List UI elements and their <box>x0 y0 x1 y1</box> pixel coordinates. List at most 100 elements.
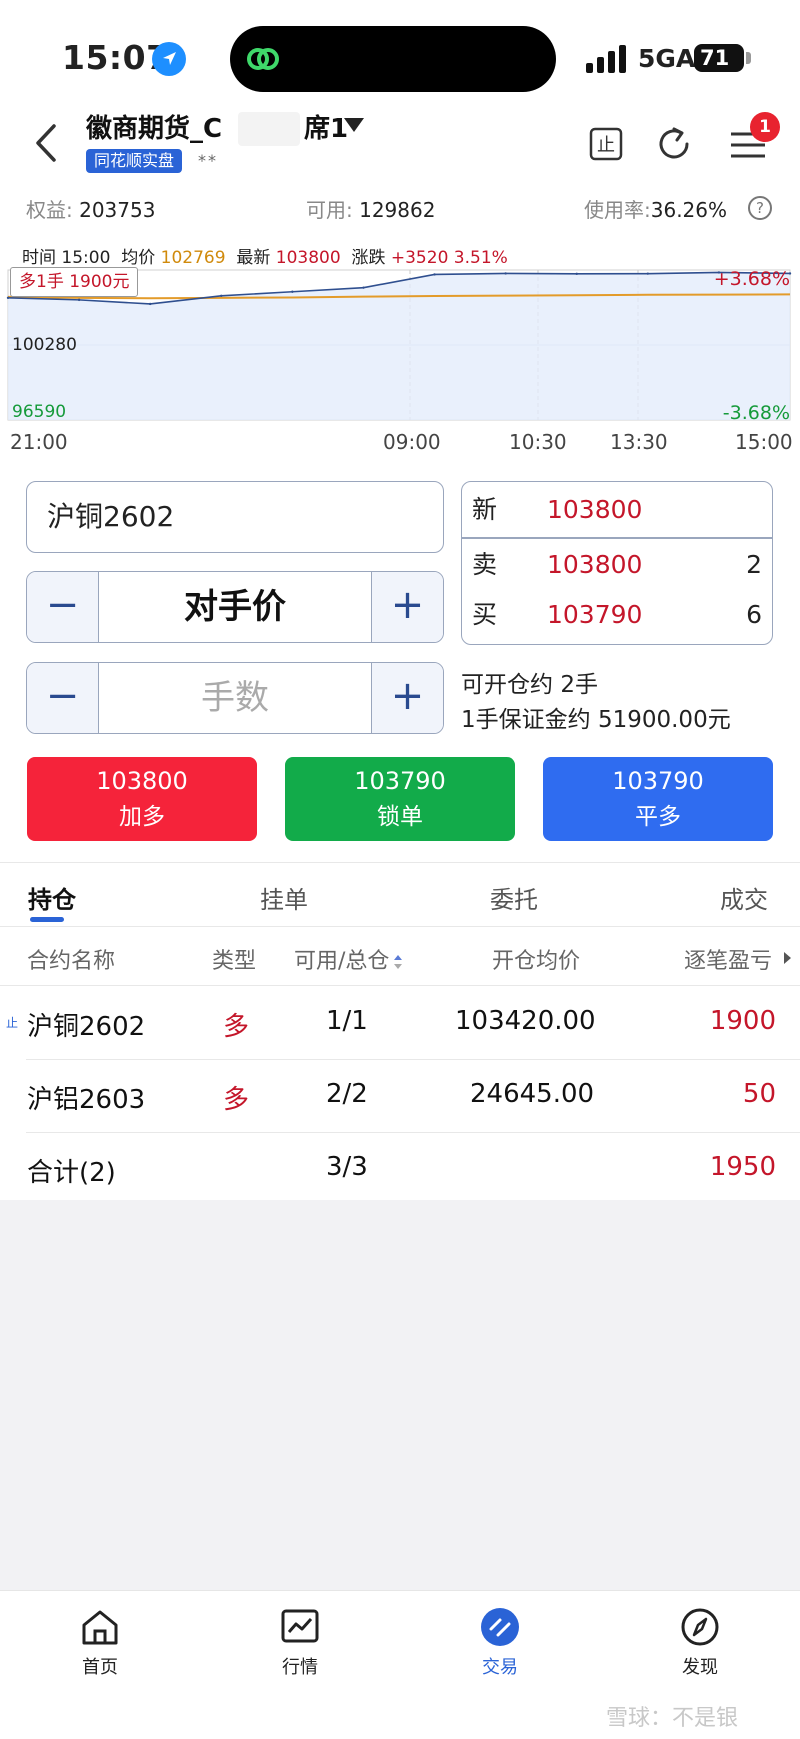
notification-badge: 1 <box>750 112 780 142</box>
account-dropdown-icon[interactable] <box>344 118 364 132</box>
battery-cap <box>746 52 751 64</box>
price-minus-button[interactable]: − <box>27 572 99 642</box>
close-long-button[interactable]: 103790 平多 <box>543 757 773 841</box>
y-axis-low-pct: -3.68% <box>722 402 790 424</box>
y-axis-mid: 100280 <box>12 335 77 355</box>
stop-order-icon[interactable]: 止 <box>586 124 626 164</box>
divider <box>462 537 772 539</box>
sort-icon[interactable] <box>393 954 403 970</box>
col-header-pnl: 逐笔盈亏 <box>684 949 773 974</box>
data-point <box>646 272 650 275</box>
home-icon <box>82 1610 118 1645</box>
total-row-qty: 3/3 <box>326 1152 368 1182</box>
data-point <box>291 290 294 293</box>
location-icon <box>152 42 186 76</box>
position-pnl-label: 多1手 1900元 <box>10 267 139 297</box>
chart-icon <box>281 1609 319 1643</box>
table-row-type: 多 <box>223 1012 250 1042</box>
divider <box>0 926 800 927</box>
y-axis-low: 96590 <box>12 402 67 422</box>
refresh-icon[interactable] <box>654 124 694 164</box>
data-point <box>148 302 152 306</box>
equity: 权益: 203753 <box>26 198 156 222</box>
quantity-stepper: − 手数 + <box>26 662 444 734</box>
stop-order-mark: 止 <box>6 1016 19 1030</box>
quote-ask-row[interactable]: 卖 103800 2 <box>462 540 772 590</box>
link-icon <box>247 48 279 70</box>
quote-bid-row[interactable]: 买 103790 6 <box>462 590 772 640</box>
active-tab-indicator <box>30 917 64 922</box>
qty-plus-button[interactable]: + <box>371 663 443 733</box>
compass-icon <box>681 1608 719 1646</box>
table-row-qty: 1/1 <box>326 1006 368 1036</box>
total-row-pnl: 1950 <box>709 1152 776 1182</box>
table-row-type: 多 <box>223 1085 250 1115</box>
dynamic-island <box>230 26 556 92</box>
add-long-button[interactable]: 103800 加多 <box>27 757 257 841</box>
total-row-label: 合计(2) <box>27 1158 116 1188</box>
table-row-pnl: 50 <box>742 1079 776 1109</box>
account-name[interactable]: 徽商期货_C <box>86 108 222 145</box>
col-header-type: 类型 <box>212 949 257 974</box>
back-icon[interactable] <box>30 120 64 166</box>
price-stepper: − 对手价 + <box>26 571 444 643</box>
tab-positions[interactable]: 持仓 <box>28 880 76 915</box>
data-point <box>6 296 10 300</box>
chevron-right-icon[interactable] <box>783 951 792 965</box>
price-type-field[interactable]: 对手价 <box>99 572 371 642</box>
table-row-name[interactable]: 沪铝2603 <box>27 1079 145 1116</box>
nav-discover[interactable]: 发现 <box>650 1607 750 1679</box>
data-point <box>575 272 578 276</box>
x-tick-label: 09:00 <box>383 430 441 454</box>
data-point <box>433 273 436 276</box>
watermark: 雪球：不是银 <box>606 1706 739 1731</box>
col-header-avg-price: 开仓均价 <box>492 949 581 974</box>
tab-trades[interactable]: 成交 <box>720 880 768 915</box>
svg-text:止: 止 <box>597 135 615 156</box>
available-funds: 可用: 129862 <box>306 198 436 222</box>
usage-rate: 使用率:36.26% <box>584 198 728 222</box>
x-tick-label: 21:00 <box>10 430 68 454</box>
quote-last-row: 新 103800 <box>472 495 643 524</box>
account-type-tag: 同花顺实盘 <box>86 149 183 173</box>
contract-input[interactable]: 沪铜2602 <box>26 481 444 553</box>
divider <box>0 862 800 863</box>
battery-icon: 71 <box>694 44 744 72</box>
divider <box>26 1132 800 1133</box>
x-tick-label: 10:30 <box>509 430 567 454</box>
table-row-name[interactable]: 沪铜2602 <box>27 1006 145 1043</box>
data-point <box>77 298 81 302</box>
divider <box>0 985 800 986</box>
network-label: 5GA <box>638 44 696 73</box>
status-bar: 15:07 5GA 71 <box>0 0 800 100</box>
data-point <box>362 286 365 289</box>
x-tick-label: 15:00 <box>735 430 793 454</box>
margin-per-lot: 1手保证金约 51900.00元 <box>461 707 731 733</box>
price-plus-button[interactable]: + <box>371 572 443 642</box>
y-axis-up-pct: +3.68% <box>713 268 790 290</box>
trade-icon <box>481 1608 519 1646</box>
col-header-contract: 合约名称 <box>27 949 116 974</box>
col-header-qty[interactable]: 可用/总仓 <box>294 943 403 975</box>
tab-orders[interactable]: 委托 <box>490 880 538 915</box>
data-point <box>220 294 223 298</box>
table-row-qty: 2/2 <box>326 1079 368 1109</box>
lock-button[interactable]: 103790 锁单 <box>285 757 515 841</box>
x-tick-label: 13:30 <box>610 430 668 454</box>
signal-icon <box>586 45 626 73</box>
qty-minus-button[interactable]: − <box>27 663 99 733</box>
table-row-avg: 103420.00 <box>455 1006 596 1036</box>
quantity-input[interactable]: 手数 <box>99 663 371 733</box>
nav-trade[interactable]: 交易 <box>450 1607 550 1679</box>
redacted-mask <box>238 112 300 146</box>
divider <box>26 1059 800 1060</box>
data-point <box>504 272 507 275</box>
tab-pending[interactable]: 挂单 <box>260 880 308 915</box>
account-suffix[interactable]: 席1 <box>304 108 348 145</box>
openable-qty: 可开仓约 2手 <box>461 672 598 698</box>
table-row-pnl: 1900 <box>709 1006 776 1036</box>
table-row-avg: 24645.00 <box>470 1079 595 1109</box>
nav-market[interactable]: 行情 <box>250 1607 350 1679</box>
nav-home[interactable]: 首页 <box>50 1607 150 1679</box>
help-icon[interactable]: ? <box>748 196 772 220</box>
